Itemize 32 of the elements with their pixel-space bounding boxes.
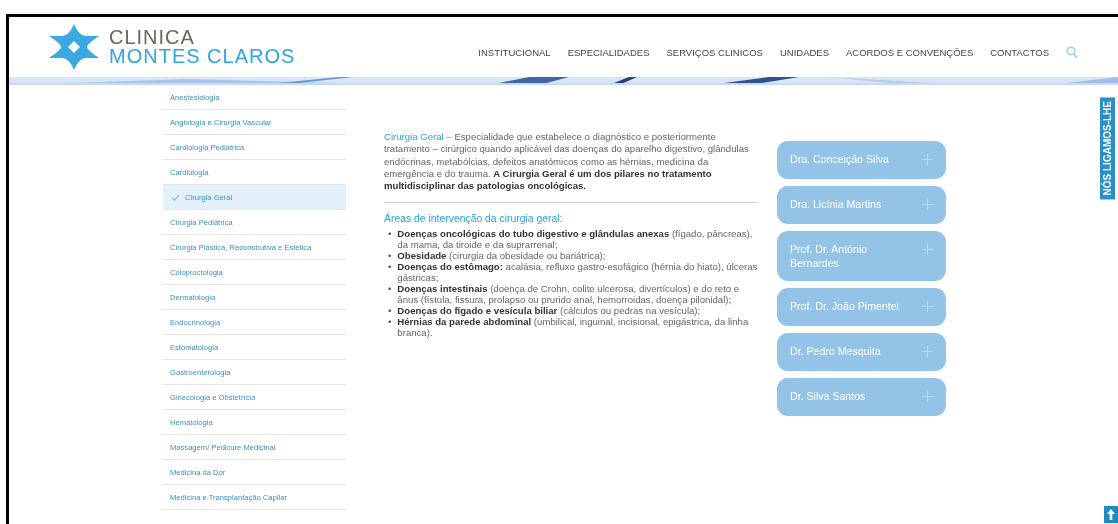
bullet-mark: •: [388, 282, 392, 296]
bullet-mark: •: [388, 249, 392, 261]
bullet-mark: •: [388, 260, 392, 274]
callback-tab[interactable]: NÓS LIGAMOS-LHE: [1100, 97, 1115, 200]
bullet-item: Doenças oncológicas do tubo digestivo e glândulas anexas (fígado, pâncreas), da mama, da tiroide e da suprarrenal;: [397, 227, 754, 250]
nav-link[interactable]: SERVIÇOS CLINICOS: [666, 46, 763, 58]
bullet-item: Doenças do estômago: acalásia, refluxo gastro-esofágico (hérnia do hiato), úlceras gástricas;: [397, 260, 758, 283]
bullet-item: Doenças do fígado e vesícula biliar (cálculos ou pedras na vesícula);: [397, 304, 701, 316]
plus-icon: [922, 154, 933, 165]
plus-icon: [922, 346, 933, 357]
plus-icon: [922, 391, 933, 402]
arrow-up-icon[interactable]: [1104, 506, 1118, 523]
check-icon: [171, 193, 180, 201]
bullet-mark: •: [388, 227, 392, 241]
logo-text: CLINICA: [109, 28, 196, 47]
logo-icon: [49, 24, 99, 70]
bullet-item: Hérnias da parede abdominal (umbilical, inguinal, incisional, epigástrica, da linha branca).: [397, 315, 750, 338]
plus-icon: [922, 301, 933, 312]
plus-icon: [922, 199, 933, 210]
nav-link[interactable]: INSTITUCIONAL: [478, 46, 551, 58]
nav-link[interactable]: UNIDADES: [779, 46, 829, 58]
bullet-item: Doenças intestinais (doença de Crohn, colite ulcerosa, divertículos) e do reto e ânus (fístula, fissura, prolapso ou prurido anal, hemorroidas, doença pilonidal);: [397, 282, 741, 305]
section-heading: Áreas de intervenção da cirurgia geral:: [384, 213, 564, 226]
plus-icon: [922, 244, 933, 255]
bullet-mark: •: [388, 315, 392, 329]
logo-text: MONTES CLAROS: [109, 47, 296, 66]
nav-link[interactable]: ESPECIALIDADES: [567, 46, 650, 58]
nav-link[interactable]: ACORDOS E CONVENÇÕES: [846, 46, 974, 58]
intro-paragraph: Cirurgia Geral – Especialidade que estabelece o diagnóstico e posteriormente tratamento – cirúrgico quando aplicável das doenças do aparelho digestivo, glândulas endócrinas, metabólcias, defeitos anatómicos como as hérnias, medicina da emergência e do trauma. A Cirurgia Geral é um dos pilares no tratamento multidisciplinar das patologias oncológicas.: [384, 131, 758, 204]
nav-link[interactable]: CONTACTOS: [990, 46, 1049, 58]
bullet-mark: •: [388, 304, 392, 316]
bullet-item: Obesidade (cirurgia da obesidade ou bariátrica);: [397, 249, 606, 261]
